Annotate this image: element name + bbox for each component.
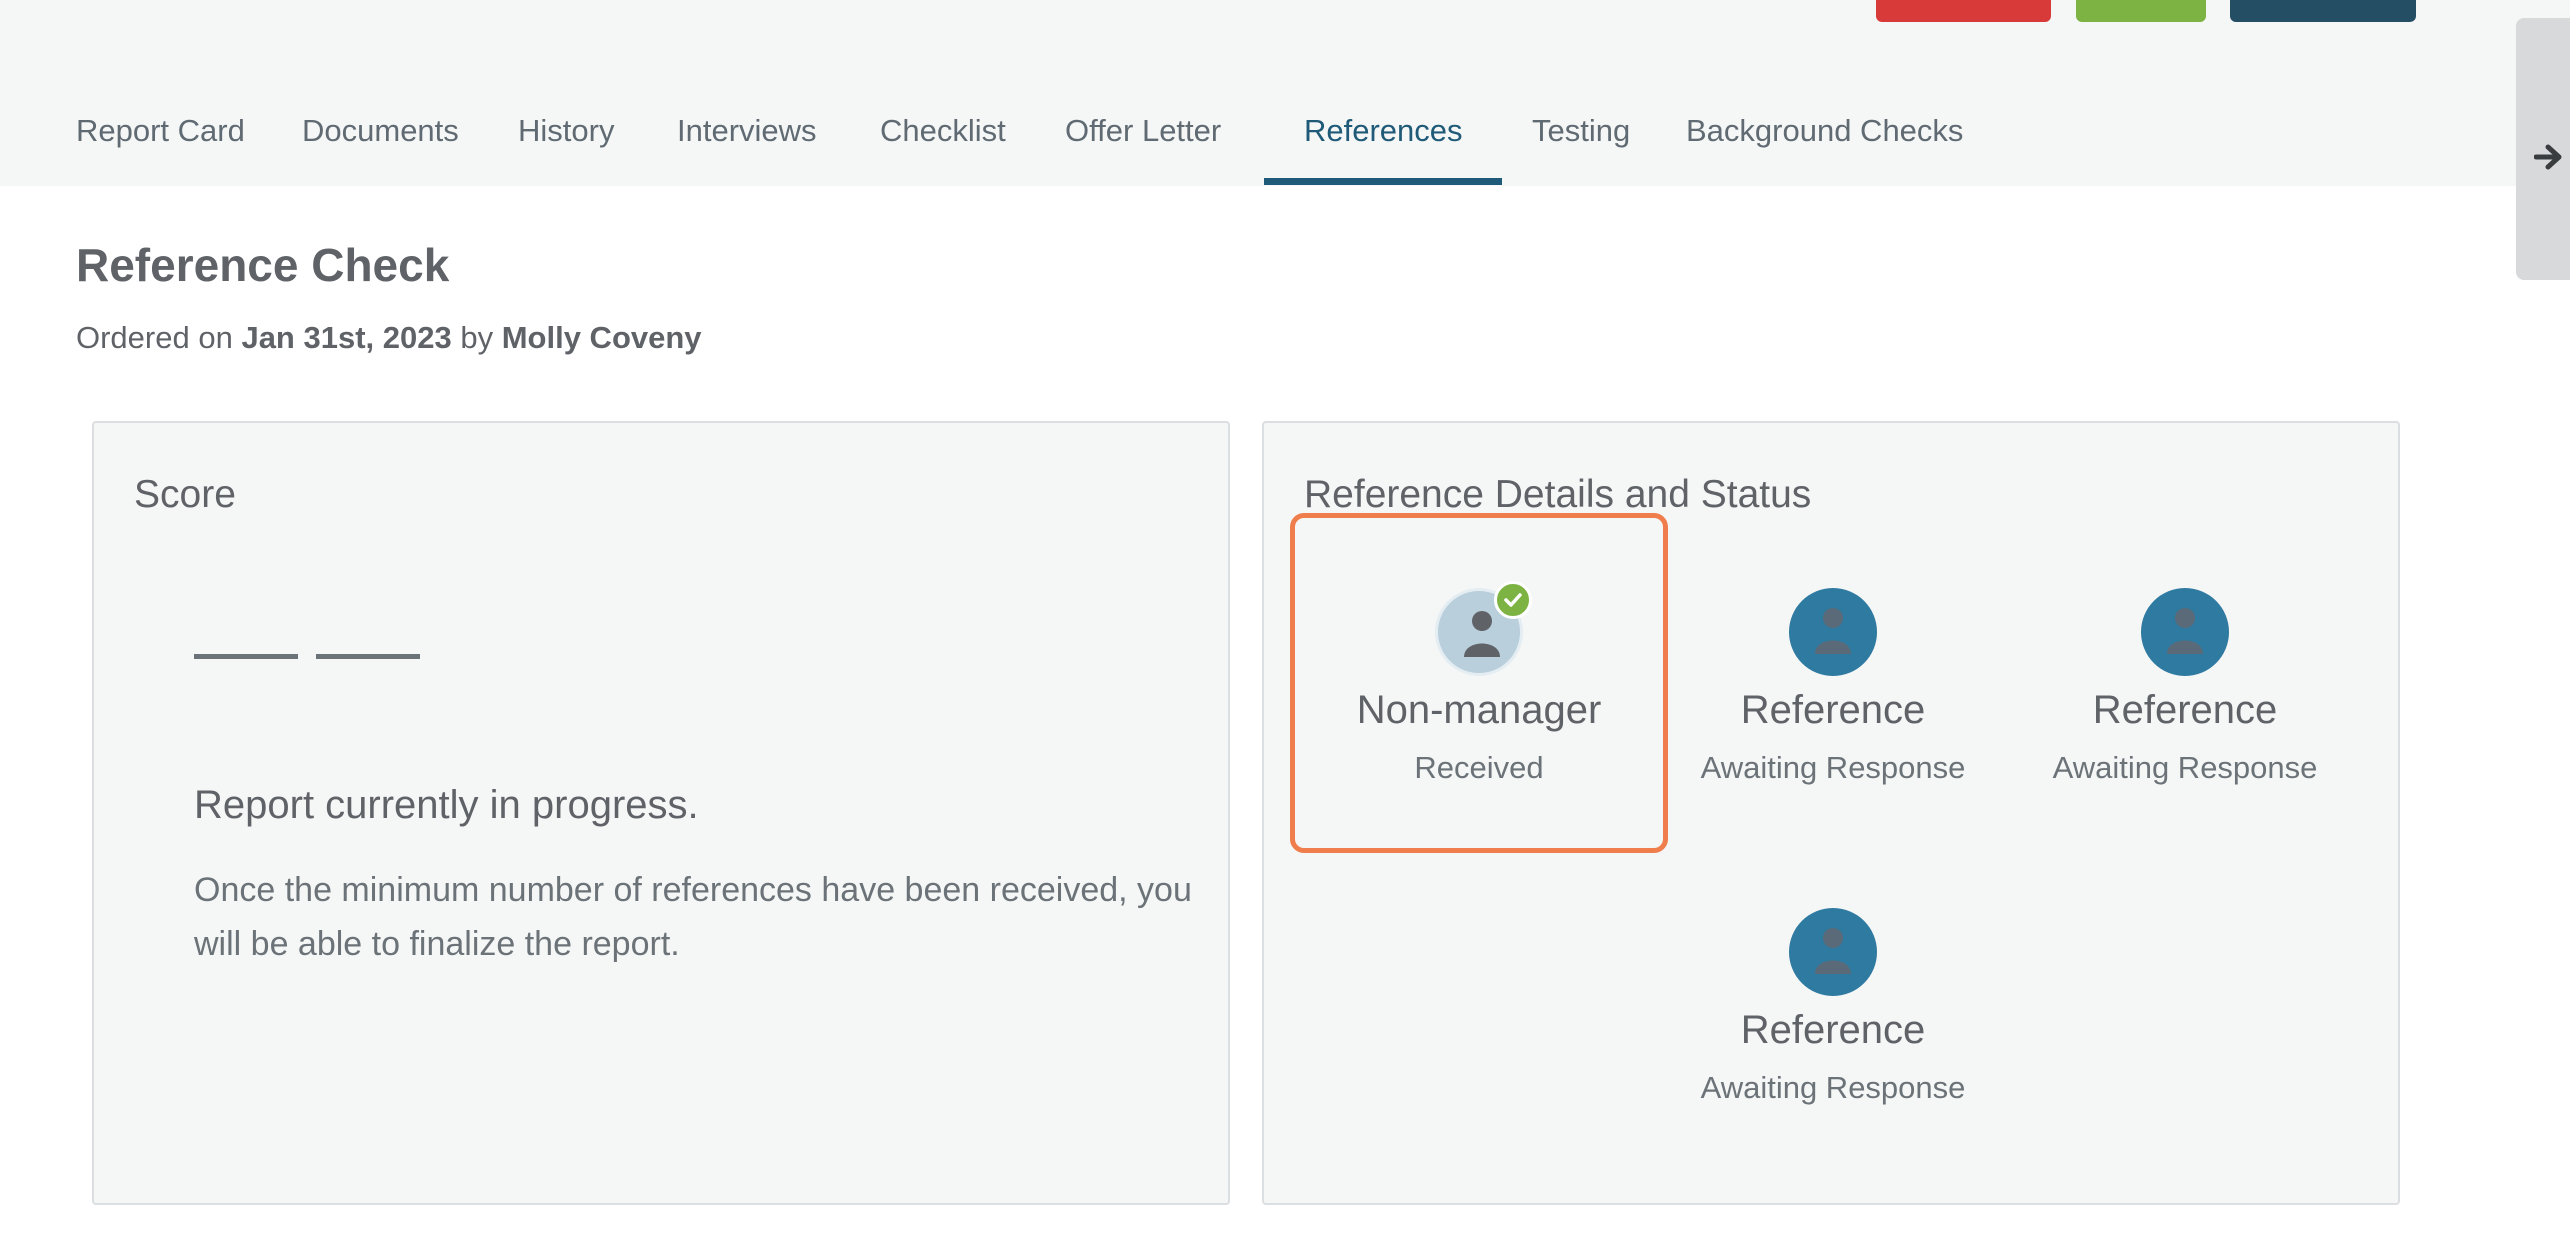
- top-action-button-green[interactable]: [2076, 0, 2206, 22]
- check-icon: [1494, 581, 1532, 619]
- reference-name: Reference: [1740, 688, 1926, 732]
- avatar: [1789, 588, 1877, 676]
- tab-report-card[interactable]: Report Card: [76, 100, 245, 186]
- reference-card[interactable]: Reference Awaiting Response: [1648, 518, 2018, 858]
- score-panel: Score Report currently in progress. Once…: [92, 421, 1230, 1205]
- progress-text: Once the minimum number of references ha…: [194, 871, 1192, 963]
- reference-status: Awaiting Response: [1700, 750, 1966, 785]
- reference-status: Awaiting Response: [1700, 1070, 1966, 1105]
- page-title: Reference Check: [76, 239, 450, 291]
- person-icon: [2167, 608, 2203, 654]
- reference-card[interactable]: Reference Awaiting Response: [2000, 518, 2370, 858]
- ordered-by-name: Molly Coveny: [501, 320, 702, 355]
- score-title: Score: [134, 473, 236, 516]
- person-icon: [1464, 611, 1500, 657]
- avatar: [1435, 581, 1532, 676]
- ordered-prefix: Ordered on: [76, 320, 233, 355]
- top-action-button-navy[interactable]: [2230, 0, 2416, 22]
- score-placeholder-dash: [194, 654, 298, 659]
- reference-name: Reference: [2092, 688, 2278, 732]
- ordered-by-word: by: [460, 320, 494, 355]
- tab-checklist[interactable]: Checklist: [880, 100, 1006, 186]
- order-info: Ordered on Jan 31st, 2023 by Molly Coven…: [76, 320, 702, 356]
- top-bar: Report Card Documents History Interviews…: [0, 0, 2570, 186]
- reference-card-non-manager[interactable]: Non-manager Received: [1290, 513, 1668, 853]
- tab-testing[interactable]: Testing: [1532, 100, 1630, 186]
- tab-background-checks[interactable]: Background Checks: [1686, 100, 1963, 186]
- active-tab-indicator: [1264, 178, 1502, 185]
- arrow-right-icon: [2534, 144, 2562, 170]
- progress-title: Report currently in progress.: [194, 783, 699, 827]
- tab-history[interactable]: History: [518, 100, 614, 186]
- references-title: Reference Details and Status: [1304, 473, 1812, 516]
- avatar: [2141, 588, 2229, 676]
- reference-status: Received: [1414, 750, 1544, 785]
- reference-name: Non-manager: [1356, 688, 1602, 732]
- tab-offer-letter[interactable]: Offer Letter: [1065, 100, 1221, 186]
- side-panel-toggle[interactable]: [2516, 18, 2570, 280]
- score-placeholder-dash: [316, 654, 420, 659]
- reference-card[interactable]: Reference Awaiting Response: [1648, 838, 2018, 1178]
- person-icon: [1815, 608, 1851, 654]
- reference-name: Reference: [1740, 1008, 1926, 1052]
- references-panel: Reference Details and Status Non-manager…: [1262, 421, 2400, 1205]
- tab-interviews[interactable]: Interviews: [677, 100, 817, 186]
- reference-status: Awaiting Response: [2052, 750, 2318, 785]
- avatar: [1789, 908, 1877, 996]
- top-action-button-red[interactable]: [1876, 0, 2051, 22]
- ordered-date: Jan 31st, 2023: [241, 320, 452, 355]
- tab-references[interactable]: References: [1304, 100, 1463, 186]
- person-icon: [1815, 928, 1851, 974]
- tab-documents[interactable]: Documents: [302, 100, 459, 186]
